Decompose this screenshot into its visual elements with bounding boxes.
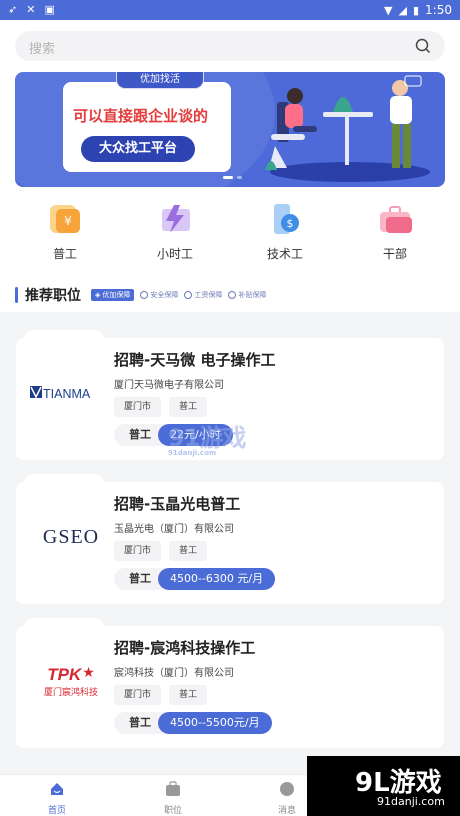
category-hourly-worker[interactable]: 小时工 (135, 203, 215, 262)
nav-home[interactable]: 首页 (27, 781, 87, 816)
phone-dollar-icon: $ (274, 204, 299, 234)
company-logo: TPK ★ 厦门宸鸿科技 (28, 656, 114, 706)
section-title: 推荐职位 (25, 288, 81, 304)
guarantee-badge: ◈ 优加保障 (91, 289, 135, 301)
signal-icon: ◢ (398, 3, 407, 17)
svg-text:¥: ¥ (64, 214, 72, 228)
job-title: 招聘-天马微 电子操作工 (114, 351, 276, 369)
pager-dot (237, 176, 242, 179)
job-title: 招聘-玉晶光电普工 (114, 495, 241, 513)
category-technician[interactable]: $ 技术工 (245, 203, 325, 262)
card-tab (24, 330, 104, 350)
home-icon (51, 783, 63, 795)
watermark-center: 91游戏 91danji.com (168, 418, 246, 457)
card-tab (24, 618, 104, 638)
briefcase-icon (380, 206, 412, 233)
svg-text:$: $ (287, 217, 294, 230)
job-card[interactable]: GSEO 招聘-玉晶光电普工 玉晶光电（厦门）有限公司 厦门市 普工 普工 45… (16, 474, 444, 604)
guarantee-item: 补贴保障 (228, 290, 266, 300)
watermark-text: 9L游戏 (355, 768, 442, 798)
category-cadre[interactable]: 干部 (355, 203, 435, 262)
badge-label: 优加保障 (102, 291, 131, 299)
app-notification-icon: ▣ (44, 3, 55, 16)
guarantee-item: 安全保障 (140, 290, 178, 300)
pay-amount: 4500--5500元/月 (158, 712, 272, 734)
watermark-corner: 9L游戏 91danji.com (307, 756, 460, 816)
banner-headline: 可以直接跟企业谈的 (73, 107, 209, 125)
watermark-url: 91danji.com (377, 795, 445, 808)
pay-amount: 4500--6300 元/月 (158, 568, 276, 590)
company-name: 厦门天马微电子有限公司 (114, 380, 224, 391)
guarantee-item: 工资保障 (184, 290, 222, 300)
banner-tag: 优加找活 (116, 72, 204, 89)
category-label: 技术工 (266, 247, 303, 261)
category-grid: ¥ 普工 小时工 $ 技术工 干部 (0, 203, 460, 263)
wifi-icon: ▼ (384, 3, 393, 17)
battery-icon: ▮ (412, 3, 420, 17)
lightning-icon (162, 205, 190, 233)
pager-dot-active (223, 176, 233, 179)
category-label: 干部 (382, 247, 407, 261)
watermark-text: 91游戏 (168, 424, 246, 452)
tpk-logo-subtitle: 厦门宸鸿科技 (43, 687, 98, 698)
category-label: 小时工 (156, 247, 193, 261)
banner-illustration (265, 75, 430, 182)
section-accent-bar (15, 287, 18, 303)
job-card[interactable]: TPK ★ 厦门宸鸿科技 招聘-宸鸿科技操作工 宸鸿科技（厦门）有限公司 厦门市… (16, 618, 444, 748)
promo-banner[interactable]: 优加找活 可以直接跟企业谈的 大众找工平台 (15, 72, 445, 187)
chat-icon (280, 782, 294, 796)
arrow-icon: ➶ (8, 3, 18, 16)
card-tab (24, 474, 104, 494)
search-input[interactable]: 搜索 (15, 31, 445, 61)
status-time: 1:50 (425, 3, 452, 17)
piggy-bank-icon: ¥ (50, 205, 80, 233)
job-type: 普工 (169, 541, 208, 561)
nav-label: 首页 (47, 806, 66, 816)
shield-icon: ◈ (95, 291, 101, 299)
job-location: 厦门市 (114, 397, 162, 417)
banner-pager[interactable] (223, 176, 242, 179)
close-icon: ✕ (26, 3, 36, 16)
gseo-logo: GSEO (42, 525, 100, 548)
category-general-worker[interactable]: ¥ 普工 (25, 203, 105, 262)
nav-label: 职位 (163, 806, 182, 816)
company-name: 宸鸿科技（厦门）有限公司 (114, 668, 234, 679)
briefcase-icon (166, 781, 180, 796)
company-name: 玉晶光电（厦门）有限公司 (114, 524, 234, 535)
tianma-logo: TIANMA (30, 386, 91, 401)
search-icon[interactable] (415, 38, 431, 54)
recommended-jobs-header: 推荐职位 ◈ 优加保障 安全保障 工资保障 补贴保障 (15, 285, 272, 305)
svg-text:TIANMA: TIANMA (43, 387, 91, 401)
job-location: 厦门市 (114, 685, 162, 705)
star-icon: ★ (82, 664, 95, 681)
job-type: 普工 (169, 397, 208, 417)
search-placeholder: 搜索 (29, 42, 56, 57)
banner-button[interactable]: 大众找工平台 (81, 136, 195, 162)
company-logo: GSEO (28, 512, 114, 562)
status-bar: ➶ ✕ ▣ ▼ ◢ ▮ 1:50 (0, 0, 460, 20)
tpk-logo: TPK (47, 664, 82, 684)
job-title: 招聘-宸鸿科技操作工 (114, 639, 256, 657)
company-logo: TIANMA (28, 368, 114, 418)
job-type: 普工 (169, 685, 208, 705)
category-label: 普工 (52, 247, 77, 261)
job-location: 厦门市 (114, 541, 162, 561)
nav-jobs[interactable]: 职位 (143, 781, 203, 816)
